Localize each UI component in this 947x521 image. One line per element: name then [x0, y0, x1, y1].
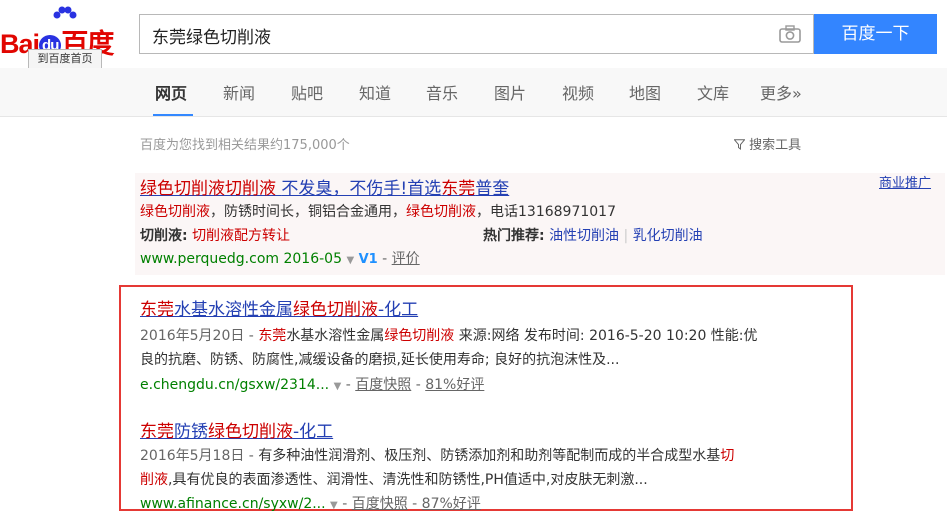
- home-page-button[interactable]: 到百度首页: [28, 49, 102, 69]
- ad-sublinks-right: 热门推荐: 油性切削油 | 乳化切削油: [483, 228, 703, 244]
- nav-bar: [0, 68, 947, 117]
- result-title[interactable]: 东莞防锈绿色切削液-化工: [140, 417, 333, 442]
- dropdown-arrow-icon[interactable]: ▼: [346, 255, 354, 266]
- ad-description: 绿色切削液，防锈时间长，铜铝合金通用，绿色切削液，电话13168971017: [140, 200, 616, 224]
- search-tools-label: 搜索工具: [749, 138, 802, 153]
- title-part: 水基水溶性金属: [174, 300, 293, 320]
- dropdown-arrow-icon[interactable]: ▼: [330, 500, 338, 511]
- result-url-line: www.afinance.cn/syxw/2... ▼ - 百度快照 - 87%…: [140, 496, 481, 512]
- result-url-line: e.chengdu.cn/gsxw/2314... ▼ - 百度快照 - 81%…: [140, 377, 485, 393]
- rating-link[interactable]: 81%好评: [425, 377, 484, 393]
- search-box: [139, 14, 814, 55]
- ad-desc-part: ，电话13168971017: [476, 204, 616, 220]
- result-snippet: 2016年5月18日 - 有多种油性润滑剂、极压剂、防锈添加剂和助剂等配制而成的…: [140, 444, 734, 468]
- v1-badge[interactable]: V1: [359, 252, 378, 267]
- ad-tag[interactable]: 商业推广: [879, 172, 931, 191]
- result-title[interactable]: 东莞水基水溶性金属绿色切削液-化工: [140, 295, 418, 320]
- ad-url[interactable]: www.perquedg.com: [140, 251, 279, 267]
- snippet-part: 有多种油性润滑剂、极压剂、防锈添加剂和助剂等配制而成的半合成型水基: [258, 448, 721, 464]
- filter-icon: [733, 139, 746, 150]
- tab-more[interactable]: 更多»: [760, 80, 802, 104]
- ad-sublink[interactable]: 切削液配方转让: [192, 228, 290, 244]
- snippet-part: 切: [720, 448, 735, 464]
- tab-map[interactable]: 地图: [629, 80, 661, 104]
- ad-sublink-label: 切削液:: [140, 228, 188, 244]
- result-snippet-line2: 良的抗磨、防锈、防腐性,减缓设备的磨损,延长使用寿命; 良好的抗泡沫性及...: [140, 352, 620, 368]
- rating-link[interactable]: 87%好评: [422, 496, 481, 512]
- result-snippet: 2016年5月20日 - 东莞水基水溶性金属绿色切削液 来源:网络 发布时间: …: [140, 324, 820, 348]
- result-date: 2016年5月18日 -: [140, 448, 259, 464]
- snapshot-link[interactable]: 百度快照: [352, 496, 408, 512]
- snippet-part: 绿色切削液: [384, 328, 455, 344]
- tab-wenku[interactable]: 文库: [697, 80, 729, 104]
- title-part: 绿色切削液: [208, 422, 293, 442]
- title-part: -化工: [378, 300, 419, 320]
- paw-icon: [53, 6, 77, 19]
- snippet-part: ,具有优良的表面渗透性、润滑性、清洗性和防锈性,PH值适中,对皮肤无刺激...: [168, 472, 648, 488]
- title-part: 东莞: [140, 422, 174, 442]
- snapshot-link[interactable]: 百度快照: [355, 377, 411, 393]
- ad-desc-part: ，防锈时间长，铜铝合金通用，: [210, 204, 406, 220]
- ad-title-part: 东莞: [441, 179, 476, 199]
- result-url[interactable]: www.afinance.cn/syxw/2...: [140, 496, 326, 512]
- result-url[interactable]: e.chengdu.cn/gsxw/2314...: [140, 377, 329, 393]
- title-part: 防锈: [174, 422, 208, 442]
- tab-tieba[interactable]: 贴吧: [291, 80, 323, 104]
- tab-zhidao[interactable]: 知道: [359, 80, 391, 104]
- ad-date: 2016-05: [283, 251, 342, 267]
- search-input[interactable]: [150, 15, 754, 55]
- search-tools[interactable]: 搜索工具: [733, 134, 802, 153]
- title-part: 东莞: [140, 300, 174, 320]
- active-tab-indicator: [153, 114, 193, 116]
- tab-news[interactable]: 新闻: [223, 80, 255, 104]
- ad-hot-link[interactable]: 乳化切削油: [633, 228, 703, 244]
- result-date: 2016年5月20日 -: [140, 328, 259, 344]
- search-button[interactable]: 百度一下: [814, 14, 937, 54]
- ad-sublinks-left: 切削液: 切削液配方转让: [140, 224, 290, 248]
- ad-url-line: www.perquedg.com 2016-05 ▼ V1 - 评价: [140, 251, 420, 267]
- snippet-part: 东莞: [258, 328, 287, 344]
- ad-hot-label: 热门推荐:: [483, 228, 545, 244]
- title-part: -化工: [293, 422, 334, 442]
- ad-title-part: 不发臭，不伤手!首选: [281, 179, 442, 199]
- ad-desc-part: 绿色切削液: [406, 204, 476, 220]
- snippet-part: 削液: [140, 472, 168, 488]
- ad-review-link[interactable]: 评价: [392, 251, 420, 267]
- camera-icon[interactable]: [779, 24, 801, 44]
- tab-video[interactable]: 视频: [562, 80, 594, 104]
- ad-title-part: 普奎: [475, 179, 510, 199]
- ad-hot-link[interactable]: 油性切削油: [549, 228, 619, 244]
- snippet-part: 来源:网络 发布时间: 2016-5-20 10:20 性能:优: [454, 328, 758, 344]
- dropdown-arrow-icon[interactable]: ▼: [334, 381, 342, 392]
- tab-music[interactable]: 音乐: [426, 80, 458, 104]
- snippet-part: 水基水溶性金属: [286, 328, 385, 344]
- result-snippet-line2: 削液,具有优良的表面渗透性、润滑性、清洗性和防锈性,PH值适中,对皮肤无刺激..…: [140, 468, 648, 492]
- ad-title[interactable]: 绿色切削液切削液 不发臭，不伤手!首选东莞普奎: [140, 174, 509, 199]
- tab-web[interactable]: 网页: [155, 80, 187, 104]
- title-part: 绿色切削液: [293, 300, 378, 320]
- tab-images[interactable]: 图片: [494, 80, 526, 104]
- ad-desc-part: 绿色切削液: [140, 204, 210, 220]
- ad-title-part: 绿色切削液切削液: [140, 179, 276, 199]
- result-count: 百度为您找到相关结果约175,000个: [140, 138, 350, 153]
